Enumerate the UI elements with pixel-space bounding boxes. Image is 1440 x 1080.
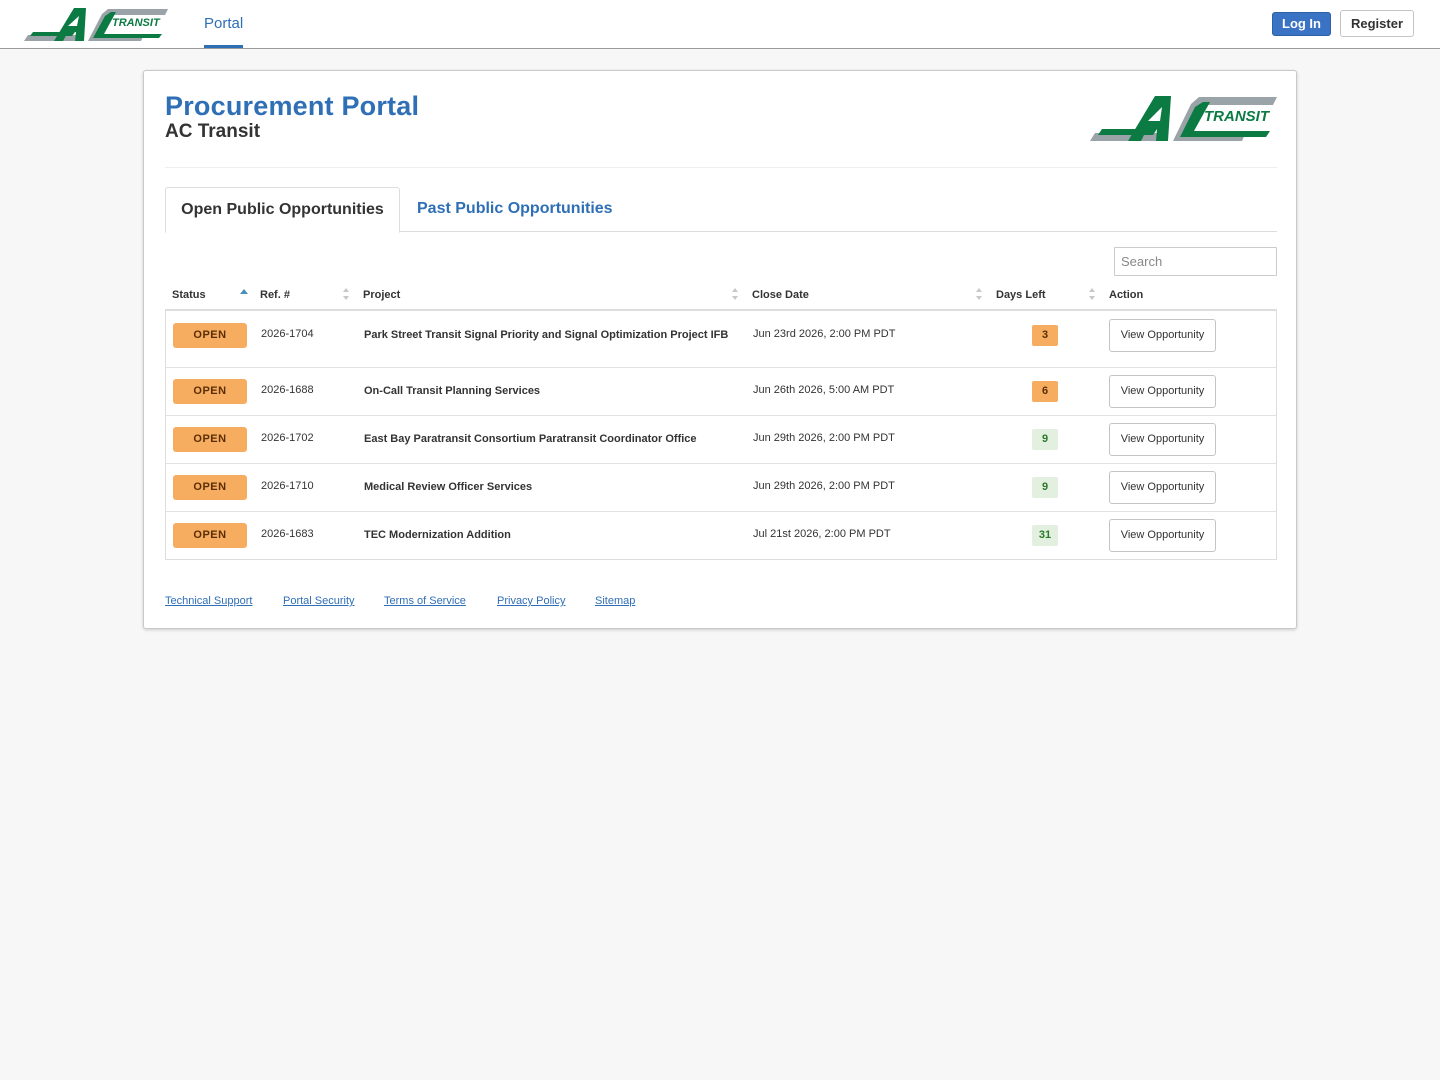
column-header-label: Action <box>1109 289 1144 301</box>
table-header: Status Ref. # Project Close Date Days Le… <box>165 284 1277 311</box>
tab-open-opportunities[interactable]: Open Public Opportunities <box>165 187 400 233</box>
sort-ascending-icon[interactable] <box>240 287 248 301</box>
close-date: Jun 26th 2026, 5:00 AM PDT <box>753 384 895 396</box>
column-header-label: Days Left <box>996 289 1046 301</box>
footer-link-privacy-policy[interactable]: Privacy Policy <box>497 595 565 607</box>
days-left-badge: 9 <box>1032 477 1058 498</box>
ref-number: 2026-1688 <box>261 384 314 396</box>
column-header-days-left[interactable]: Days Left <box>996 284 1046 309</box>
days-left-badge: 3 <box>1032 325 1058 346</box>
days-left-badge: 9 <box>1032 429 1058 450</box>
search-input[interactable] <box>1114 247 1277 276</box>
project-name: Medical Review Officer Services <box>364 481 533 493</box>
ref-number: 2026-1710 <box>261 480 314 492</box>
footer-link-sitemap[interactable]: Sitemap <box>595 595 635 607</box>
column-header-label: Project <box>363 289 401 301</box>
header-divider <box>165 167 1277 168</box>
ref-number: 2026-1683 <box>261 528 314 540</box>
ac-transit-logo[interactable]: TRANSIT <box>24 4 169 44</box>
nav-portal-label: Portal <box>204 15 244 32</box>
view-opportunity-button[interactable]: View Opportunity <box>1109 319 1216 352</box>
view-opportunity-button[interactable]: View Opportunity <box>1109 375 1216 408</box>
column-header-close-date[interactable]: Close Date <box>752 284 809 309</box>
status-badge: OPEN <box>173 323 247 348</box>
tab-past-opportunities[interactable]: Past Public Opportunities <box>400 187 630 231</box>
status-badge: OPEN <box>173 475 247 500</box>
status-badge: OPEN <box>173 523 247 548</box>
close-date: Jun 29th 2026, 2:00 PM PDT <box>753 480 895 492</box>
project-name: Park Street Transit Signal Priority and … <box>364 329 729 341</box>
view-opportunity-button[interactable]: View Opportunity <box>1109 423 1216 456</box>
sort-both-icon[interactable] <box>975 287 983 301</box>
column-header-status[interactable]: Status <box>172 284 206 309</box>
project-name: East Bay Paratransit Consortium Paratran… <box>364 433 697 445</box>
ref-number: 2026-1702 <box>261 432 314 444</box>
logo-text: TRANSIT <box>112 17 161 29</box>
column-header-project[interactable]: Project <box>363 284 400 309</box>
nav-active-underline <box>204 45 244 48</box>
table-row: OPEN 2026-1683 TEC Modernization Additio… <box>166 511 1276 559</box>
procurement-card: Procurement Portal AC Transit TRANSIT Op… <box>143 70 1297 629</box>
days-left-badge: 6 <box>1032 381 1058 402</box>
close-date: Jul 21st 2026, 2:00 PM PDT <box>753 528 891 540</box>
ref-number: 2026-1704 <box>261 328 314 340</box>
register-button[interactable]: Register <box>1340 10 1414 37</box>
view-opportunity-button[interactable]: View Opportunity <box>1109 471 1216 504</box>
column-header-label: Ref. # <box>260 289 290 301</box>
table-row: OPEN 2026-1704 Park Street Transit Signa… <box>166 311 1276 367</box>
days-left-badge: 31 <box>1032 525 1058 546</box>
project-name: TEC Modernization Addition <box>364 529 511 541</box>
view-opportunity-button[interactable]: View Opportunity <box>1109 519 1216 552</box>
project-name: On-Call Transit Planning Services <box>364 385 541 397</box>
close-date: Jun 29th 2026, 2:00 PM PDT <box>753 432 895 444</box>
table-row: OPEN 2026-1688 On-Call Transit Planning … <box>166 367 1276 415</box>
table-body: OPEN 2026-1704 Park Street Transit Signa… <box>165 311 1277 560</box>
table-row: OPEN 2026-1702 East Bay Paratransit Cons… <box>166 415 1276 463</box>
sort-both-icon[interactable] <box>731 287 739 301</box>
column-header-action: Action <box>1109 284 1143 309</box>
sort-both-icon[interactable] <box>1088 287 1096 301</box>
table-row: OPEN 2026-1710 Medical Review Officer Se… <box>166 463 1276 511</box>
top-navbar: TRANSIT Portal Log In Register <box>0 0 1440 49</box>
footer-link-portal-security[interactable]: Portal Security <box>283 595 355 607</box>
page-title: Procurement Portal <box>165 91 420 121</box>
logo-large-text: TRANSIT <box>1204 108 1271 125</box>
column-header-label: Status <box>172 289 206 301</box>
login-button[interactable]: Log In <box>1272 12 1331 36</box>
footer-link-terms-of-service[interactable]: Terms of Service <box>384 595 466 607</box>
footer-link-technical-support[interactable]: Technical Support <box>165 595 252 607</box>
close-date: Jun 23rd 2026, 2:00 PM PDT <box>753 328 896 340</box>
status-badge: OPEN <box>173 379 247 404</box>
status-badge: OPEN <box>173 427 247 452</box>
page-subtitle: AC Transit <box>165 121 261 142</box>
ac-transit-logo-large: TRANSIT <box>1090 96 1277 141</box>
nav-portal-link[interactable]: Portal <box>204 0 244 48</box>
sort-both-icon[interactable] <box>342 287 350 301</box>
column-header-label: Close Date <box>752 289 809 301</box>
opportunities-table: Status Ref. # Project Close Date Days Le… <box>165 284 1277 560</box>
column-header-ref[interactable]: Ref. # <box>260 284 290 309</box>
